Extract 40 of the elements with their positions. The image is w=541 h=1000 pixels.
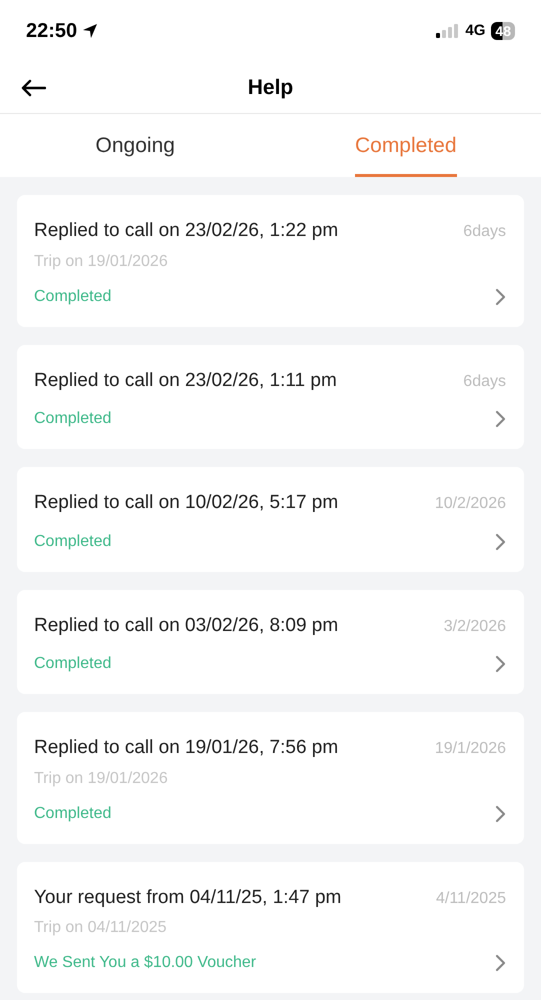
ticket-status: Completed [34,532,112,552]
chevron-right-icon [495,655,506,673]
ticket-title: Replied to call on 23/02/26, 1:11 pm [34,368,337,392]
chevron-right-icon [495,804,506,822]
trip-date: Trip on 04/11/2025 [34,918,167,938]
signal-icon [436,24,460,38]
chevron-right-icon [495,954,506,972]
status-time: 22:50 [26,19,78,44]
ticket-card[interactable]: Replied to call on 23/02/26, 1:11 pm 6days Completed [17,344,524,449]
trip-date: Trip on 19/01/2026 [34,252,168,272]
ticket-status: We Sent You a $10.00 Voucher [34,953,256,973]
chevron-right-icon [495,288,506,306]
ticket-status: Completed [34,286,112,306]
ticket-title: Replied to call on 23/02/26, 1:22 pm [34,219,338,243]
trip-date: Trip on 19/01/2026 [34,768,168,788]
chevron-right-icon [495,532,506,550]
ticket-status: Completed [34,804,112,824]
ticket-date: 19/1/2026 [434,739,506,759]
ticket-card[interactable]: Your request from 04/11/25, 1:47 pm 4/11/2025 Trip on 04/11/2025 We Sent You a $10.00 Voucher [17,862,524,993]
ticket-date: 3/2/2026 [444,616,506,636]
location-arrow-icon [81,22,100,40]
ticket-date: 4/11/2025 [436,888,506,908]
ticket-card[interactable]: Replied to call on 23/02/26, 1:22 pm 6days Trip on 19/01/2026 Completed [17,195,524,326]
page-title: Help [248,74,294,101]
ticket-card[interactable]: Replied to call on 03/02/26, 8:09 pm 3/2/2026 Completed [17,590,524,694]
tab[interactable]: Ongoing [96,114,175,177]
back-arrow-icon[interactable] [20,78,46,96]
ticket-date: 10/2/2026 [434,494,506,514]
ticket-status: Completed [34,654,112,674]
ticket-card[interactable]: Replied to call on 19/01/26, 7:56 pm 19/1/2026 Trip on 19/01/2026 Completed [17,712,524,844]
ticket-title: Replied to call on 19/01/26, 7:56 pm [34,736,338,760]
ticket-title: Replied to call on 10/02/26, 5:17 pm [34,491,338,515]
network-label: 4G [465,20,486,41]
ticket-title: Replied to call on 03/02/26, 8:09 pm [34,614,338,638]
ticket-date: 6days [463,222,506,242]
ticket-title: Your request from 04/11/25, 1:47 pm [34,886,342,910]
chevron-right-icon [495,410,506,428]
ticket-card[interactable]: Replied to call on 10/02/26, 5:17 pm 10/2/2026 Completed [17,467,524,572]
ticket-status: Completed [34,409,112,429]
ticket-date: 6days [463,372,506,392]
